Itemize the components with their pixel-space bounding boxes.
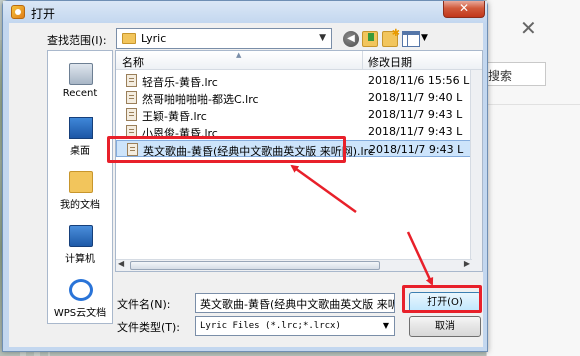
column-header-date[interactable]: 修改日期	[368, 54, 412, 70]
side-panel-search-button[interactable]: 搜索	[486, 62, 546, 86]
place-wps-cloud[interactable]: WPS云文档	[48, 275, 112, 327]
dialog-title: 打开	[31, 7, 56, 21]
highlight-selected-file	[107, 136, 346, 163]
file-row[interactable]: 然哥啪啪啪啪-都选C.lrc 2018/11/7 9:40 L	[116, 89, 482, 106]
file-row[interactable]: 王颖-黄昏.lrc 2018/11/7 9:43 L	[116, 106, 482, 123]
lookin-label: 查找范围(I):	[47, 34, 107, 47]
view-menu-chevron-icon[interactable]: ▼	[421, 33, 428, 43]
filetype-label: 文件类型(T):	[117, 321, 181, 334]
filetype-value: Lyric Files (*.lrc;*.lrcx)	[200, 321, 341, 331]
highlight-open-button	[402, 285, 482, 313]
places-bar: Recent 桌面 我的文档 计算机 WPS云文档	[47, 50, 113, 324]
scroll-left-arrow-icon[interactable]: ◀	[118, 259, 124, 268]
place-label: 桌面	[70, 146, 90, 157]
file-list-header: ▲ 名称 修改日期	[116, 51, 482, 70]
place-documents[interactable]: 我的文档	[48, 167, 112, 219]
file-row[interactable]: 轻音乐-黄昏.lrc 2018/11/6 15:56 L	[116, 72, 482, 89]
horizontal-scrollbar[interactable]: ◀ ▶	[116, 259, 472, 271]
file-date: 2018/11/7 9:43 L	[368, 125, 463, 138]
file-name: 轻音乐-黄昏.lrc	[142, 76, 218, 89]
lookin-dropdown[interactable]: Lyric ▼	[116, 28, 332, 49]
place-label: WPS云文档	[53, 308, 107, 319]
side-panel	[486, 0, 580, 356]
dialog-titlebar[interactable]: 打开 ✕	[3, 1, 487, 23]
side-panel-divider	[486, 104, 580, 105]
lrc-file-icon	[126, 91, 137, 104]
place-desktop[interactable]: 桌面	[48, 113, 112, 165]
view-menu-icon[interactable]	[402, 31, 420, 47]
column-header-name[interactable]: 名称	[122, 54, 144, 70]
chevron-down-icon: ▼	[382, 321, 389, 330]
sort-indicator-icon: ▲	[236, 51, 242, 59]
folder-icon	[122, 33, 136, 44]
place-label: 计算机	[65, 254, 95, 265]
place-label: Recent	[62, 88, 98, 99]
filetype-select[interactable]: Lyric Files (*.lrc;*.lrcx) ▼	[195, 316, 395, 336]
desktop-icon	[69, 117, 93, 139]
lrc-file-icon	[126, 108, 137, 121]
computer-icon	[69, 225, 93, 247]
lookin-value: Lyric	[141, 32, 167, 45]
place-computer[interactable]: 计算机	[48, 221, 112, 273]
new-folder-icon[interactable]: ✱	[382, 28, 400, 47]
vertical-scrollbar[interactable]	[470, 70, 482, 271]
column-separator[interactable]	[362, 51, 363, 70]
file-name: 然哥啪啪啪啪-都选C.lrc	[142, 93, 259, 106]
file-date: 2018/11/6 15:56 L	[368, 74, 470, 87]
cancel-button[interactable]: 取消	[409, 316, 481, 337]
file-date: 2018/11/7 9:43 L	[369, 143, 464, 156]
documents-folder-icon	[69, 171, 93, 193]
app-icon	[11, 5, 25, 19]
file-date: 2018/11/7 9:40 L	[368, 91, 463, 104]
lrc-file-icon	[126, 74, 137, 87]
recent-icon	[69, 63, 93, 85]
dialog-close-button[interactable]: ✕	[443, 1, 485, 18]
chevron-down-icon: ▼	[319, 33, 326, 43]
filename-input[interactable]: 英文歌曲-黄昏(经典中文歌曲英文版 来听	[195, 293, 395, 313]
scroll-right-arrow-icon[interactable]: ▶	[464, 259, 470, 268]
file-date: 2018/11/7 9:43 L	[368, 108, 463, 121]
file-name: 王颖-黄昏.lrc	[142, 110, 207, 123]
back-arrow-icon[interactable]: ◀	[343, 31, 359, 47]
place-label: 我的文档	[60, 200, 100, 211]
up-folder-icon[interactable]	[362, 31, 378, 47]
cloud-icon	[69, 279, 93, 301]
side-panel-close-icon[interactable]: ✕	[520, 16, 537, 40]
place-recent[interactable]: Recent	[48, 59, 112, 111]
scrollbar-thumb[interactable]	[130, 261, 380, 270]
filename-label: 文件名(N):	[117, 298, 171, 311]
